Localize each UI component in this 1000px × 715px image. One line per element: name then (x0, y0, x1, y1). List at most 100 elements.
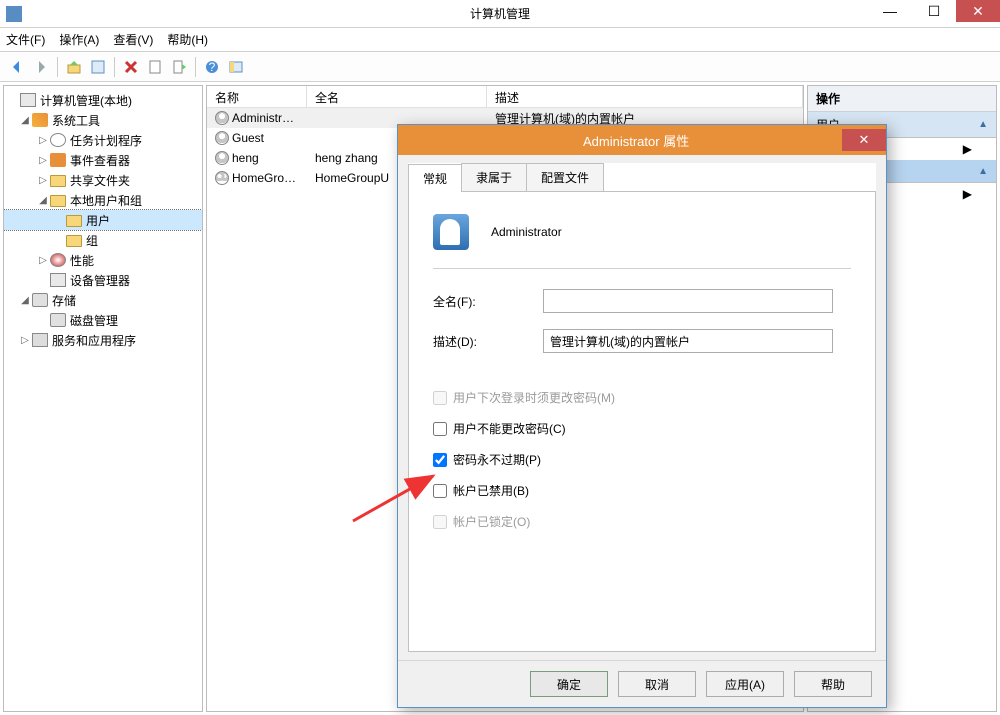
checkbox-label: 用户不能更改密码(C) (453, 420, 566, 437)
tree-panel[interactable]: 计算机管理(本地) ◢ 系统工具 ▷ 任务计划程序 ▷ 事件查看器 ▷ 共享文件… (3, 85, 203, 712)
cell-name: heng (232, 151, 259, 165)
expander-icon[interactable]: ▷ (36, 175, 50, 186)
properties-dialog: Administrator 属性 ? ✕ 常规 隶属于 配置文件 Adminis… (397, 124, 887, 708)
tree-root[interactable]: 计算机管理(本地) (4, 90, 202, 110)
chk-cannot-change[interactable]: 用户不能更改密码(C) (433, 420, 851, 437)
back-icon[interactable] (6, 56, 28, 78)
tree-label: 磁盘管理 (70, 312, 118, 329)
dialog-buttons: 确定 取消 应用(A) 帮助 (398, 660, 886, 707)
checkbox (433, 515, 447, 529)
tree-label: 计算机管理(本地) (40, 92, 132, 109)
close-button[interactable]: ✕ (956, 0, 1000, 22)
properties-icon[interactable] (87, 56, 109, 78)
expander-icon[interactable]: ◢ (36, 195, 50, 206)
description-label: 描述(D): (433, 333, 543, 350)
help-button[interactable]: 帮助 (794, 671, 872, 697)
cell-name: Administrat... (232, 111, 302, 125)
tree-users[interactable]: 用户 (4, 210, 202, 230)
chk-never-expire[interactable]: 密码永不过期(P) (433, 451, 851, 468)
tree-label: 事件查看器 (70, 152, 130, 169)
menu-file[interactable]: 文件(F) (6, 31, 45, 48)
title-bar: 计算机管理 — ☐ ✕ (0, 0, 1000, 28)
description-input[interactable] (543, 329, 833, 353)
services-icon (32, 333, 48, 347)
menu-bar: 文件(F) 操作(A) 查看(V) 帮助(H) (0, 28, 1000, 52)
cell-name: HomeGrou... (232, 171, 301, 185)
checkbox-label: 帐户已锁定(O) (453, 513, 530, 530)
user-icon (215, 131, 229, 145)
checkbox[interactable] (433, 422, 447, 436)
dialog-close-button[interactable]: ✕ (842, 129, 886, 151)
col-fullname[interactable]: 全名 (307, 86, 487, 107)
disk-icon (50, 313, 66, 327)
dialog-titlebar[interactable]: Administrator 属性 ? ✕ (398, 125, 886, 155)
clock-icon (50, 133, 66, 147)
perf-icon (50, 253, 66, 267)
chk-account-disabled[interactable]: 帐户已禁用(B) (433, 482, 851, 499)
menu-help[interactable]: 帮助(H) (167, 31, 208, 48)
checkbox-label: 密码永不过期(P) (453, 451, 541, 468)
tab-profile[interactable]: 配置文件 (526, 163, 604, 191)
expander-icon[interactable]: ▷ (36, 155, 50, 166)
checkbox (433, 391, 447, 405)
forward-icon[interactable] (30, 56, 52, 78)
toolbar: ? (0, 52, 1000, 82)
options-icon[interactable] (225, 56, 247, 78)
event-icon (50, 153, 66, 167)
apply-button[interactable]: 应用(A) (706, 671, 784, 697)
tree-event[interactable]: ▷ 事件查看器 (4, 150, 202, 170)
tab-memberof[interactable]: 隶属于 (461, 163, 527, 191)
collapse-icon[interactable]: ▲ (978, 119, 988, 130)
tree-label: 服务和应用程序 (52, 332, 136, 349)
tree-services[interactable]: ▷ 服务和应用程序 (4, 330, 202, 350)
up-icon[interactable] (63, 56, 85, 78)
expander-icon[interactable]: ▷ (18, 335, 32, 346)
export-icon[interactable] (168, 56, 190, 78)
tree-storage[interactable]: ◢ 存储 (4, 290, 202, 310)
tree-groups[interactable]: 组 (4, 230, 202, 250)
expander-icon[interactable]: ◢ (18, 115, 32, 126)
chk-must-change: 用户下次登录时须更改密码(M) (433, 389, 851, 406)
tab-general[interactable]: 常规 (408, 164, 462, 192)
chk-account-locked: 帐户已锁定(O) (433, 513, 851, 530)
fullname-input[interactable] (543, 289, 833, 313)
tree-share[interactable]: ▷ 共享文件夹 (4, 170, 202, 190)
minimize-button[interactable]: — (868, 0, 912, 22)
user-icon (215, 151, 229, 165)
col-desc[interactable]: 描述 (487, 86, 803, 107)
cancel-button[interactable]: 取消 (618, 671, 696, 697)
chevron-right-icon: ▶ (963, 187, 972, 201)
folder-icon (66, 235, 82, 247)
folder-icon (50, 175, 66, 187)
menu-action[interactable]: 操作(A) (59, 31, 99, 48)
tree-task[interactable]: ▷ 任务计划程序 (4, 130, 202, 150)
ok-button[interactable]: 确定 (530, 671, 608, 697)
separator (57, 57, 58, 77)
tree-perf[interactable]: ▷ 性能 (4, 250, 202, 270)
expander-icon[interactable]: ▷ (36, 255, 50, 266)
checkbox[interactable] (433, 484, 447, 498)
tree-label: 任务计划程序 (70, 132, 142, 149)
user-icon (215, 171, 229, 185)
col-name[interactable]: 名称 (207, 86, 307, 107)
delete-icon[interactable] (120, 56, 142, 78)
user-name-label: Administrator (491, 225, 562, 239)
maximize-button[interactable]: ☐ (912, 0, 956, 22)
tree-disk[interactable]: 磁盘管理 (4, 310, 202, 330)
folder-icon (50, 195, 66, 207)
checkbox[interactable] (433, 453, 447, 467)
tree-localusers[interactable]: ◢ 本地用户和组 (4, 190, 202, 210)
collapse-icon[interactable]: ▲ (978, 166, 988, 177)
tree-device[interactable]: 设备管理器 (4, 270, 202, 290)
window-controls: — ☐ ✕ (868, 0, 1000, 22)
menu-view[interactable]: 查看(V) (113, 31, 153, 48)
help-icon[interactable]: ? (201, 56, 223, 78)
expander-icon[interactable]: ▷ (36, 135, 50, 146)
chevron-right-icon: ▶ (963, 142, 972, 156)
computer-icon (20, 93, 36, 107)
page-icon[interactable] (144, 56, 166, 78)
tree-label: 共享文件夹 (70, 172, 130, 189)
expander-icon[interactable]: ◢ (18, 295, 32, 306)
tree-label: 本地用户和组 (70, 192, 142, 209)
tree-systools[interactable]: ◢ 系统工具 (4, 110, 202, 130)
